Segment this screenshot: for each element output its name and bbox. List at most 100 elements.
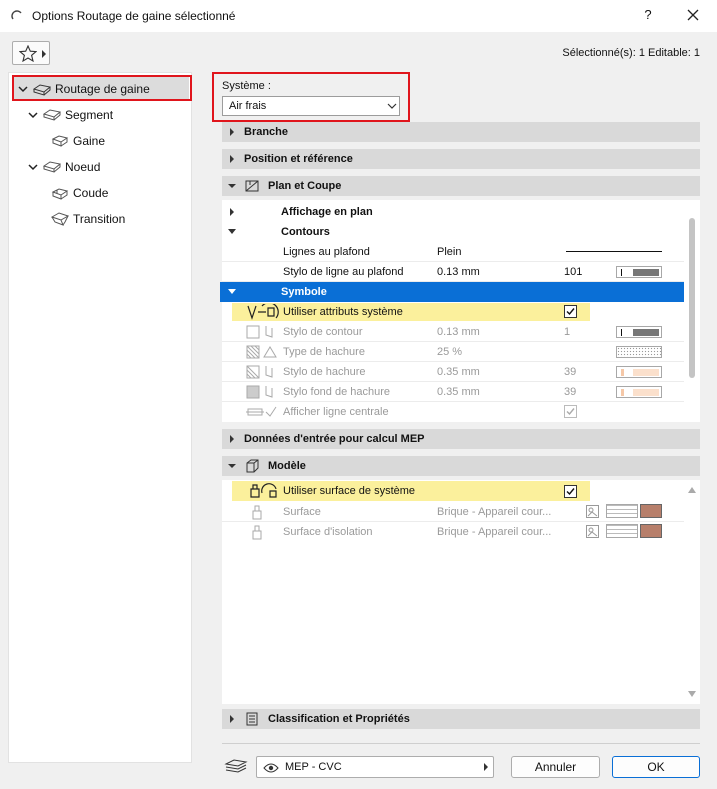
stylo-hachure-label: Stylo de hachure — [283, 365, 366, 378]
properties-list-icon — [246, 712, 258, 726]
lignes-value: Plein — [437, 245, 462, 258]
row-stylo-hachure[interactable]: Stylo de hachure 0.35 mm 39 — [222, 362, 684, 382]
node-icon — [43, 161, 61, 173]
symbole-label: Symbole — [281, 286, 327, 298]
tree-item-segment[interactable]: Segment — [27, 103, 113, 127]
row-type-hachure[interactable]: Type de hachure 25 % — [222, 342, 684, 362]
tree-item-transition[interactable]: Transition — [51, 207, 125, 231]
brick-color-swatch[interactable] — [640, 504, 662, 518]
affichage-label: Affichage en plan — [281, 206, 373, 218]
pen-swatch[interactable] — [616, 366, 662, 378]
view-select-value: MEP - CVC — [285, 761, 342, 773]
ok-button[interactable]: OK — [612, 756, 700, 778]
triangle-down-icon — [228, 229, 236, 234]
centerline-icon — [246, 406, 277, 417]
brick-pattern-swatch[interactable] — [606, 504, 638, 518]
segment-icon — [43, 109, 61, 121]
scroll-up-icon[interactable] — [688, 487, 696, 493]
row-stylo-fond[interactable]: Stylo fond de hachure 0.35 mm 39 — [222, 382, 684, 402]
caret-right-icon — [42, 50, 46, 58]
hatch-type-icon — [246, 345, 277, 359]
hatch-swatch[interactable] — [616, 346, 662, 358]
system-surface-icon — [250, 483, 277, 498]
tree-item-noeud[interactable]: Noeud — [27, 155, 100, 179]
tree-label-gaine: Gaine — [73, 134, 106, 148]
row-affichage[interactable]: Affichage en plan — [222, 202, 684, 222]
section-classification-label: Classification et Propriétés — [268, 713, 410, 725]
paint-bucket-icon — [252, 505, 262, 520]
row-use-attr[interactable]: Utiliser attributs système — [222, 302, 684, 322]
section-plan[interactable]: Plan et Coupe — [222, 176, 700, 196]
background-pen-icon — [246, 385, 273, 399]
stylo-fond-value: 0.35 mm — [437, 385, 480, 398]
footer-divider — [222, 743, 700, 744]
brick-color-swatch[interactable] — [640, 524, 662, 538]
stylo-plafond-num: 101 — [564, 265, 583, 278]
modele-panel: Utiliser surface de système Surface Briq… — [222, 480, 700, 704]
ligne-centrale-checkbox[interactable] — [564, 405, 577, 418]
paint-bucket-icon — [252, 525, 262, 540]
section-position[interactable]: Position et référence — [222, 149, 700, 169]
section-plan-label: Plan et Coupe — [268, 180, 342, 192]
pen-swatch[interactable] — [616, 326, 662, 338]
pen-swatch[interactable] — [616, 386, 662, 398]
chevron-down-icon[interactable] — [27, 161, 39, 173]
eye-icon — [263, 763, 279, 773]
system-attributes-icon — [247, 304, 279, 320]
row-use-surface[interactable]: Utiliser surface de système — [222, 481, 684, 501]
image-icon[interactable] — [586, 525, 599, 538]
row-symbole[interactable]: Symbole — [220, 282, 684, 302]
pen-swatch[interactable] — [616, 266, 662, 278]
use-surface-checkbox[interactable] — [564, 485, 577, 498]
section-branche[interactable]: Branche — [222, 122, 700, 142]
star-icon — [19, 45, 37, 62]
view-select[interactable]: MEP - CVC — [256, 756, 494, 778]
row-ligne-centrale[interactable]: Afficher ligne centrale — [222, 402, 684, 422]
check-icon — [566, 308, 575, 316]
section-classification[interactable]: Classification et Propriétés — [222, 709, 700, 729]
favorites-button[interactable] — [12, 41, 50, 65]
tree-label-segment: Segment — [65, 108, 114, 122]
row-surface[interactable]: Surface Brique - Appareil cour... — [222, 502, 684, 522]
triangle-right-icon — [230, 155, 234, 163]
app-icon — [11, 10, 22, 20]
plan-panel: Affichage en plan Contours Lignes au pla… — [220, 200, 700, 422]
cancel-button[interactable]: Annuler — [511, 756, 600, 778]
use-attr-checkbox[interactable] — [564, 305, 577, 318]
row-surface-isolation[interactable]: Surface d'isolation Brique - Appareil co… — [222, 522, 684, 542]
row-lignes-plafond[interactable]: Lignes au plafond Plein — [222, 242, 684, 262]
window-title: Options Routage de gaine sélectionné — [32, 9, 236, 23]
tree-item-gaine[interactable]: Gaine — [51, 129, 105, 153]
section-donnees[interactable]: Données d'entrée pour calcul MEP — [222, 429, 700, 449]
triangle-down-icon — [228, 464, 236, 468]
stylo-fond-num: 39 — [564, 385, 577, 398]
close-icon[interactable] — [684, 6, 702, 24]
scrollbar-thumb[interactable] — [689, 218, 695, 378]
row-contours[interactable]: Contours — [222, 222, 684, 242]
surface-label: Surface — [283, 505, 321, 518]
chevron-down-icon[interactable] — [27, 109, 39, 121]
help-button[interactable]: ? — [640, 7, 656, 22]
image-icon[interactable] — [586, 505, 599, 518]
stylo-fond-label: Stylo fond de hachure — [283, 385, 391, 398]
caret-right-icon — [484, 763, 488, 771]
section-position-label: Position et référence — [244, 153, 353, 165]
scroll-down-icon[interactable] — [688, 691, 696, 697]
tree-item-coude[interactable]: Coude — [51, 181, 108, 205]
elbow-icon — [51, 188, 69, 200]
layers-icon[interactable] — [224, 758, 248, 774]
isolation-value: Brique - Appareil cour... — [437, 526, 552, 538]
triangle-right-icon — [230, 208, 234, 216]
row-stylo-plafond[interactable]: Stylo de ligne au plafond 0.13 mm 101 — [222, 262, 684, 282]
tree-panel: Routage de gaine Segment Gaine Noeud Cou… — [8, 72, 192, 763]
tree-label-noeud: Noeud — [65, 160, 101, 174]
section-donnees-label: Données d'entrée pour calcul MEP — [244, 433, 425, 445]
triangle-right-icon — [230, 128, 234, 136]
annotation-highlight-systeme — [212, 72, 410, 122]
type-hachure-label: Type de hachure — [283, 345, 365, 358]
stylo-contour-value: 0.13 mm — [437, 325, 480, 338]
row-stylo-contour[interactable]: Stylo de contour 0.13 mm 1 — [222, 322, 684, 342]
brick-pattern-swatch[interactable] — [606, 524, 638, 538]
section-modele[interactable]: Modèle — [222, 456, 700, 476]
tree-label-coude: Coude — [73, 186, 109, 200]
